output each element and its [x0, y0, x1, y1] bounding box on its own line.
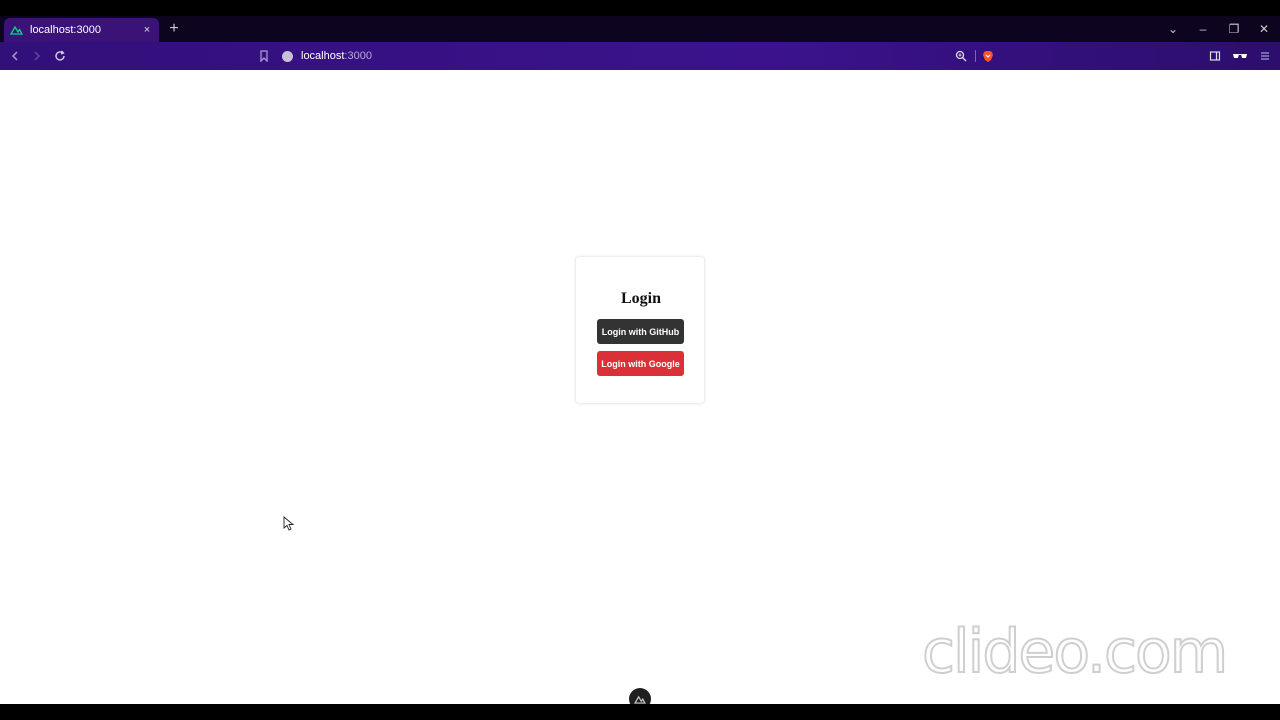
bookmark-icon[interactable]: [255, 47, 273, 65]
login-github-button[interactable]: Login with GitHub: [597, 319, 684, 344]
address-bar[interactable]: localhost :3000: [282, 47, 1000, 65]
login-card: Login Login with GitHub Login with Googl…: [575, 256, 705, 404]
brave-shield-icon[interactable]: [979, 47, 997, 65]
toolbar-divider: [975, 50, 976, 62]
reload-icon[interactable]: [51, 47, 69, 65]
cursor-icon: [283, 516, 295, 532]
zoom-icon[interactable]: [952, 47, 970, 65]
tab-title: localhost:3000: [30, 24, 101, 36]
page-viewport: Login Login with GitHub Login with Googl…: [0, 70, 1280, 710]
browser-toolbar: localhost :3000: [0, 42, 1280, 70]
restore-button[interactable]: ❐: [1225, 20, 1243, 38]
forward-icon[interactable]: [28, 47, 46, 65]
sidebar-icon[interactable]: [1206, 47, 1224, 65]
url-port: :3000: [344, 50, 372, 62]
watermark: clideo.com: [920, 612, 1250, 688]
browser-window: localhost:3000 × + ⌄ – ❐ ✕ localhost :30…: [0, 0, 1280, 720]
tab-search-dropdown-icon[interactable]: ⌄: [1164, 20, 1182, 38]
tab-localhost[interactable]: localhost:3000 ×: [4, 18, 159, 42]
login-google-button[interactable]: Login with Google: [597, 351, 684, 376]
menu-icon[interactable]: [1256, 47, 1274, 65]
new-tab-button[interactable]: +: [166, 21, 182, 37]
back-icon[interactable]: [6, 47, 24, 65]
close-window-button[interactable]: ✕: [1255, 20, 1273, 38]
tab-bar: localhost:3000 × + ⌄ – ❐ ✕: [0, 16, 1280, 42]
minimize-button[interactable]: –: [1194, 20, 1212, 38]
watermark-text: clideo.com: [922, 617, 1226, 682]
wallet-icon[interactable]: [1231, 47, 1249, 65]
login-title: Login: [620, 290, 661, 307]
bottom-letterbox: [0, 704, 1280, 720]
tab-close-icon[interactable]: ×: [141, 24, 153, 36]
site-info-icon[interactable]: [282, 50, 293, 62]
nuxt-logo-icon: [10, 25, 23, 35]
url-host: localhost: [301, 50, 345, 62]
top-letterbox: [0, 0, 1280, 16]
